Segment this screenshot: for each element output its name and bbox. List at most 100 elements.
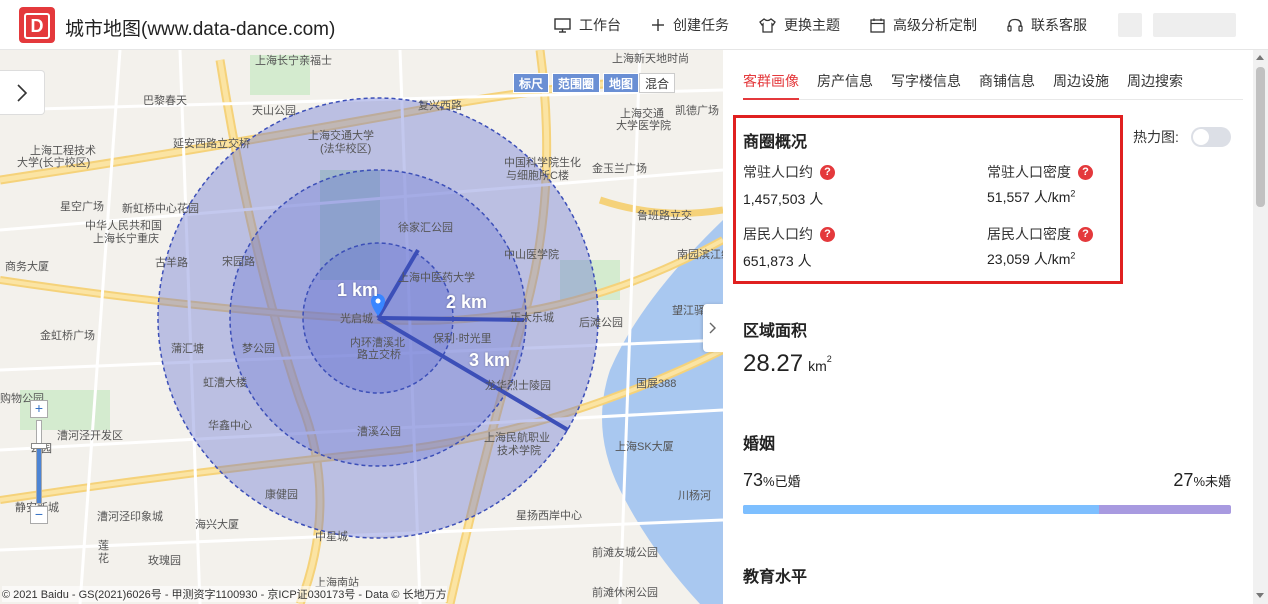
- map-poi-label[interactable]: 复兴西路: [418, 100, 462, 113]
- map-poi-label[interactable]: 龙华烈士陵园: [485, 380, 551, 393]
- help-icon[interactable]: ?: [820, 164, 835, 180]
- help-icon[interactable]: ?: [820, 226, 835, 242]
- heatmap-toggle[interactable]: 热力图:: [1133, 127, 1231, 147]
- map-type-button[interactable]: 地图: [603, 73, 640, 93]
- collapse-panel-button[interactable]: [703, 304, 723, 352]
- expand-sidebar-button[interactable]: [0, 70, 45, 115]
- map-poi-label[interactable]: 漕河泾开发区: [57, 430, 123, 443]
- map-poi-label[interactable]: 光启城: [340, 313, 373, 326]
- top-nav: 工作台 创建任务 更换主题 高级分析定制 联系客服: [554, 0, 1117, 50]
- map-poi-label[interactable]: 技术学院: [497, 445, 541, 458]
- map-poi-label[interactable]: 康健园: [265, 489, 298, 502]
- zoom-slider[interactable]: [31, 420, 47, 504]
- map-poi-label[interactable]: 前滩友城公园: [592, 547, 658, 560]
- map-poi-label[interactable]: (法华校区): [320, 143, 371, 156]
- map-poi-label[interactable]: 正大乐城: [510, 312, 554, 325]
- user-name[interactable]: [1153, 13, 1236, 37]
- map-poi-label[interactable]: 国展388: [636, 378, 676, 391]
- map-poi-label[interactable]: 梦公园: [242, 343, 275, 356]
- map-poi-label[interactable]: 上海新天地时尚: [612, 53, 689, 66]
- resident-density-value: 51,557 人/km2: [987, 187, 1075, 207]
- map-poi-label[interactable]: 上海交通大学: [308, 130, 374, 143]
- map-poi-label[interactable]: 川杨河: [678, 490, 711, 503]
- map-poi-label[interactable]: 天山公园: [252, 105, 296, 118]
- map-poi-label[interactable]: 望江驿: [672, 305, 705, 318]
- map-poi-label[interactable]: 南园滨江绿: [677, 249, 723, 262]
- zoom-slider-handle[interactable]: [31, 443, 47, 449]
- map-poi-label[interactable]: 巴黎春天: [143, 95, 187, 108]
- map-poi-label[interactable]: 徐家汇公园: [398, 222, 453, 235]
- zoom-in-button[interactable]: +: [30, 400, 48, 418]
- help-icon[interactable]: ?: [1078, 164, 1093, 180]
- scroll-down-icon[interactable]: [1256, 593, 1264, 598]
- tab-office-info[interactable]: 写字楼信息: [891, 50, 961, 100]
- nav-contact-support[interactable]: 联系客服: [1007, 15, 1087, 35]
- map-poi-label[interactable]: 莲: [98, 540, 109, 553]
- map-poi-label[interactable]: 与细胞所C楼: [506, 170, 569, 183]
- map-poi-label[interactable]: 蒲汇塘: [171, 343, 204, 356]
- map-poi-label[interactable]: 中国科学院生化: [504, 157, 581, 170]
- map-poi-label[interactable]: 前滩休闲公园: [592, 587, 658, 600]
- scrollbar-thumb[interactable]: [1256, 67, 1265, 207]
- map-poi-label[interactable]: 凯德广场: [675, 105, 719, 118]
- map-poi-label[interactable]: 鲁班路立交: [637, 210, 692, 223]
- tab-shop-info[interactable]: 商铺信息: [979, 50, 1035, 100]
- nav-advanced-analysis[interactable]: 高级分析定制: [870, 15, 977, 35]
- map-poi-label[interactable]: 宋园路: [222, 256, 255, 269]
- map-poi-label[interactable]: 后滩公园: [579, 317, 623, 330]
- map-poi-label[interactable]: 玫瑰园: [148, 555, 181, 568]
- map-poi-label[interactable]: 海兴大厦: [195, 519, 239, 532]
- area-title: 区域面积: [743, 323, 808, 340]
- map-poi-label[interactable]: 漕溪公园: [357, 426, 401, 439]
- map-poi-label[interactable]: 金虹桥广场: [40, 330, 95, 343]
- map-poi-label[interactable]: 星扬西岸中心: [516, 510, 582, 523]
- map-poi-label[interactable]: 虹漕大楼: [203, 377, 247, 390]
- map-poi-label[interactable]: 中星城: [315, 531, 348, 544]
- map-poi-label[interactable]: 古羊路: [155, 257, 188, 270]
- tab-nearby-facilities[interactable]: 周边设施: [1053, 50, 1109, 100]
- avatar[interactable]: [1118, 13, 1142, 37]
- map-poi-label[interactable]: 上海长宁亲福士: [255, 55, 332, 68]
- map-view[interactable]: 1 km 2 km 3 km 上海长宁亲福士 上海新天地时尚 巴黎春天 天山公园 复兴西…: [0, 50, 723, 604]
- map-poi-label[interactable]: 新虹桥中心花园: [122, 203, 199, 216]
- map-poi-label[interactable]: 上海SK大厦: [615, 441, 674, 454]
- app-logo[interactable]: D: [19, 7, 55, 43]
- help-icon[interactable]: ?: [1078, 226, 1093, 242]
- zoom-slider-fill: [37, 443, 41, 503]
- map-poi-label[interactable]: 上海中医药大学: [398, 272, 475, 285]
- heatmap-switch[interactable]: [1190, 127, 1231, 147]
- radius-label-1km: 1 km: [337, 280, 379, 300]
- map-poi-label[interactable]: 中山医学院: [504, 249, 559, 262]
- area-unit-sup: 2: [826, 354, 832, 364]
- map-poi-label[interactable]: 路立交桥: [357, 349, 401, 362]
- panel-scrollbar[interactable]: [1253, 50, 1268, 604]
- map-poi-label[interactable]: 大学医学院: [616, 120, 671, 133]
- map-poi-label[interactable]: 花: [98, 553, 109, 566]
- map-poi-label[interactable]: 华鑫中心: [208, 420, 252, 433]
- map-poi-label[interactable]: 保利·时光里: [433, 333, 492, 346]
- nav-change-theme[interactable]: 更换主题: [759, 15, 840, 35]
- nav-workbench[interactable]: 工作台: [554, 15, 621, 35]
- tab-nearby-search[interactable]: 周边搜索: [1127, 50, 1183, 100]
- area-unit: km: [808, 358, 827, 374]
- nav-create-task[interactable]: 创建任务: [651, 15, 729, 35]
- map-poi-label[interactable]: 延安西路立交桥: [173, 138, 250, 151]
- tab-customer-profile[interactable]: 客群画像: [743, 50, 799, 100]
- stat-number: 651,873: [743, 253, 794, 269]
- nav-label: 更换主题: [784, 17, 840, 33]
- ruler-tool-button[interactable]: 标尺: [513, 73, 550, 93]
- map-poi-label[interactable]: 商务大厦: [5, 261, 49, 274]
- map-poi-label[interactable]: 金玉兰广场: [592, 163, 647, 176]
- range-circle-button[interactable]: 范围圈: [552, 73, 601, 93]
- map-poi-label[interactable]: 漕河泾印象城: [97, 511, 163, 524]
- tab-property-info[interactable]: 房产信息: [817, 50, 873, 100]
- map-poi-label[interactable]: 星空广场: [60, 201, 104, 214]
- unmarried-label: %未婚: [1193, 474, 1231, 489]
- zoom-out-button[interactable]: −: [30, 506, 48, 524]
- map-poi-label[interactable]: 上海长宁重庆: [93, 233, 159, 246]
- hybrid-type-button[interactable]: 混合: [639, 73, 676, 93]
- map-poi-label[interactable]: 中华人民共和国: [85, 220, 162, 233]
- map-poi-label[interactable]: 大学(长宁校区): [17, 157, 90, 170]
- map-poi-label[interactable]: 上海民航职业: [484, 432, 550, 445]
- scroll-up-icon[interactable]: [1256, 55, 1264, 60]
